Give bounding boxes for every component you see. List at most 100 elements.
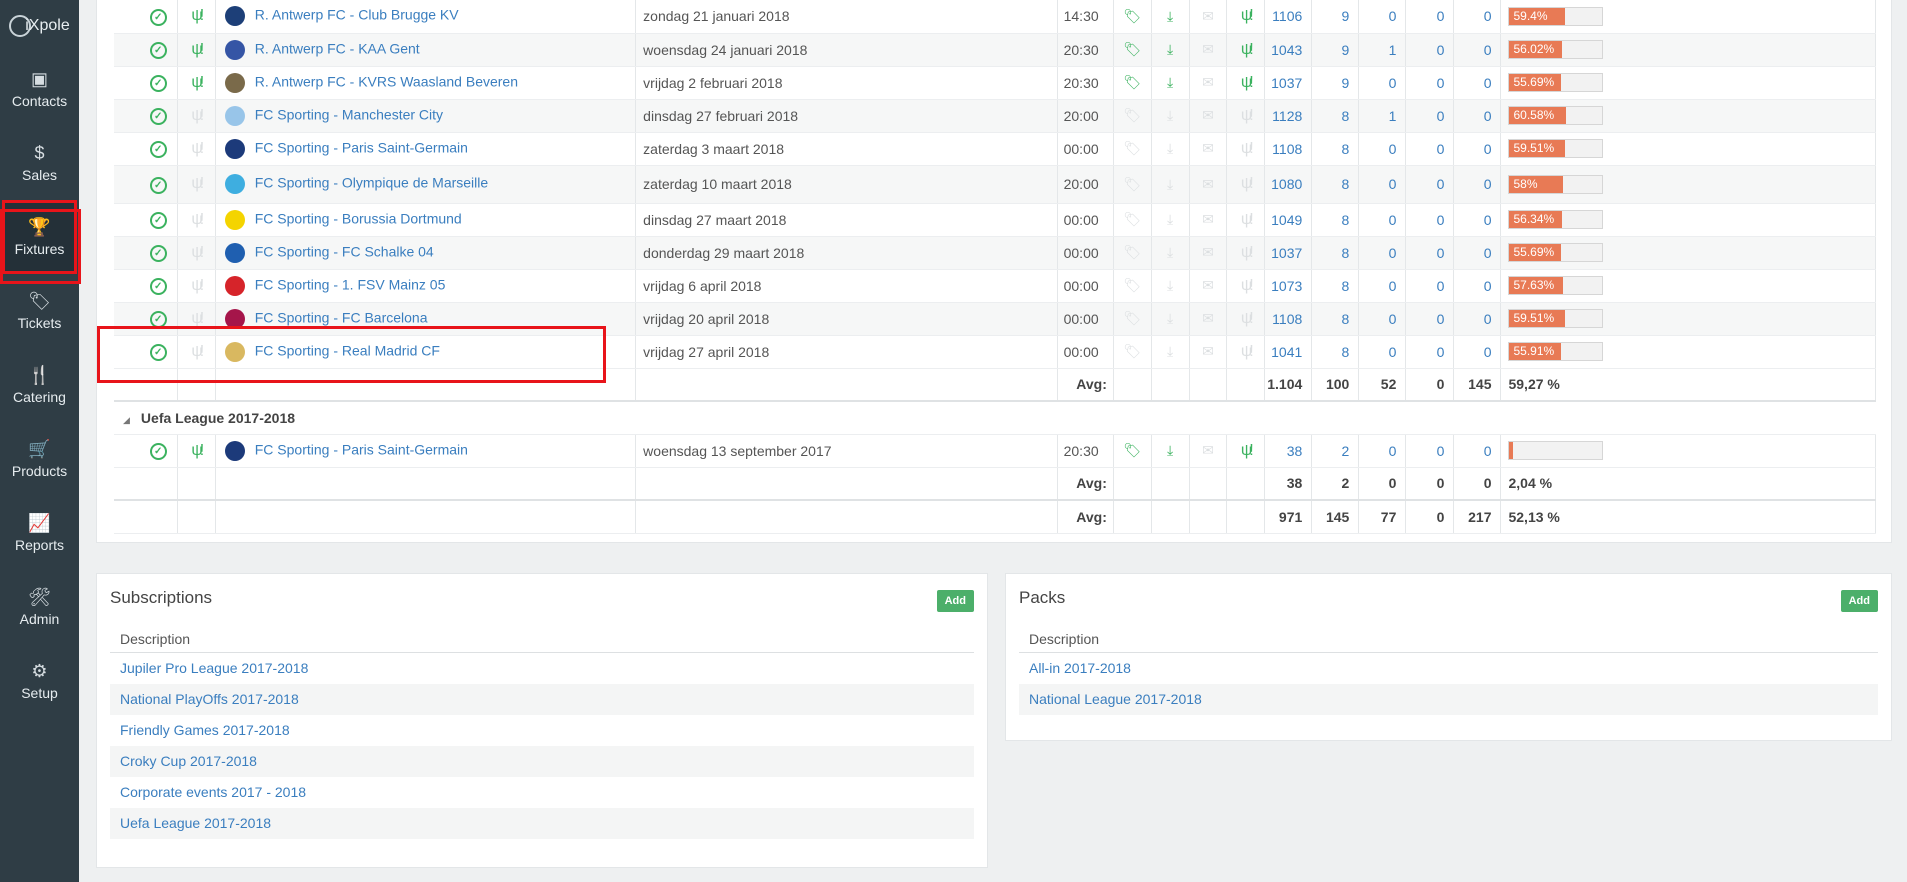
count-1[interactable]: 1043 (1264, 33, 1313, 67)
count-2[interactable]: 8 (1311, 203, 1360, 237)
catering-icon[interactable]: ψ! (191, 310, 204, 327)
count-5[interactable]: 0 (1453, 335, 1502, 369)
count-4[interactable]: 0 (1405, 66, 1455, 100)
catering-order-icon[interactable]: ψ! (1241, 107, 1254, 124)
count-5[interactable]: 0 (1453, 165, 1502, 204)
fixture-link[interactable]: FC Sporting - Paris Saint-Germain (255, 441, 468, 457)
catering-order-icon[interactable]: ψ! (1241, 310, 1254, 327)
mail-icon[interactable]: ✉ (1189, 165, 1228, 204)
count-2[interactable]: 8 (1311, 335, 1360, 369)
sidebar-item-admin[interactable]: 🛠 Admin (0, 570, 79, 644)
count-3[interactable]: 0 (1358, 236, 1407, 270)
fixture-link[interactable]: FC Sporting - FC Schalke 04 (255, 243, 434, 259)
packs-list-item[interactable]: National League 2017-2018 (1019, 684, 1878, 715)
check-circle-icon[interactable]: ✓ (149, 108, 167, 125)
count-4[interactable]: 0 (1405, 33, 1455, 67)
tag-icon[interactable]: 🏷 (1113, 132, 1152, 166)
count-4[interactable]: 0 (1405, 236, 1455, 270)
download-icon[interactable]: ⤓ (1151, 302, 1190, 336)
catering-icon[interactable]: ψ! (191, 74, 204, 91)
fixture-row[interactable]: ✓ ψ! FC Sporting - FC Barcelona vrijdag 20 … (114, 302, 1876, 336)
catering-icon[interactable]: ψ! (191, 343, 204, 360)
count-1[interactable]: 1108 (1264, 132, 1313, 166)
catering-order-icon[interactable]: ψ! (1241, 442, 1254, 459)
fixture-link[interactable]: R. Antwerp FC - KAA Gent (255, 40, 420, 56)
count-2[interactable]: 9 (1311, 0, 1360, 34)
catering-order-icon[interactable]: ψ! (1241, 140, 1254, 157)
catering-icon[interactable]: ψ! (191, 140, 204, 157)
fixture-link[interactable]: FC Sporting - 1. FSV Mainz 05 (255, 276, 446, 292)
count-3[interactable]: 0 (1358, 132, 1407, 166)
count-4[interactable]: 0 (1405, 335, 1455, 369)
tag-icon[interactable]: 🏷 (1113, 335, 1152, 369)
fixture-link[interactable]: FC Sporting - Real Madrid CF (255, 342, 440, 358)
count-2[interactable]: 9 (1311, 66, 1360, 100)
count-1[interactable]: 38 (1264, 434, 1313, 468)
sidebar-item-products[interactable]: 🛒 Products (0, 422, 79, 496)
mail-icon[interactable]: ✉ (1189, 99, 1228, 133)
count-2[interactable]: 9 (1311, 33, 1360, 67)
count-4[interactable]: 0 (1405, 302, 1455, 336)
catering-icon[interactable]: ψ! (191, 442, 204, 459)
count-5[interactable]: 0 (1453, 236, 1502, 270)
catering-order-icon[interactable]: ψ! (1241, 175, 1254, 192)
fixture-row[interactable]: ✓ ψ! FC Sporting - 1. FSV Mainz 05 vrijdag … (114, 269, 1876, 303)
sidebar-item-fixtures[interactable]: 🏆 Fixtures (2, 200, 77, 274)
count-3[interactable]: 0 (1358, 203, 1407, 237)
download-icon[interactable]: ⤓ (1151, 269, 1190, 303)
mail-icon[interactable]: ✉ (1189, 66, 1228, 100)
count-4[interactable]: 0 (1405, 269, 1455, 303)
catering-order-icon[interactable]: ψ! (1241, 74, 1254, 91)
check-circle-icon[interactable]: ✓ (149, 141, 167, 158)
tag-icon[interactable]: 🏷 (1113, 269, 1152, 303)
download-icon[interactable]: ⤓ (1151, 33, 1190, 67)
fixture-link[interactable]: FC Sporting - FC Barcelona (255, 309, 428, 325)
download-icon[interactable]: ⤓ (1151, 434, 1190, 468)
catering-icon[interactable]: ψ! (191, 107, 204, 124)
collapse-caret-icon[interactable]: ◢ (123, 415, 130, 425)
catering-icon[interactable]: ψ! (191, 175, 204, 192)
count-1[interactable]: 1037 (1264, 66, 1313, 100)
subscriptions-list-item[interactable]: National PlayOffs 2017-2018 (110, 684, 974, 715)
count-5[interactable]: 0 (1453, 434, 1502, 468)
check-circle-icon[interactable]: ✓ (149, 245, 167, 262)
count-2[interactable]: 8 (1311, 302, 1360, 336)
catering-order-icon[interactable]: ψ! (1241, 211, 1254, 228)
check-circle-icon[interactable]: ✓ (149, 176, 167, 194)
fixture-link[interactable]: FC Sporting - Olympique de Marseille (255, 175, 488, 191)
mail-icon[interactable]: ✉ (1189, 434, 1228, 468)
app-logo[interactable]: iXpole (0, 0, 79, 52)
download-icon[interactable]: ⤓ (1151, 335, 1190, 369)
count-5[interactable]: 0 (1453, 0, 1502, 34)
download-icon[interactable]: ⤓ (1151, 66, 1190, 100)
mail-icon[interactable]: ✉ (1189, 33, 1228, 67)
tag-icon[interactable]: 🏷 (1113, 99, 1152, 133)
check-circle-icon[interactable]: ✓ (149, 42, 167, 59)
download-icon[interactable]: ⤓ (1151, 0, 1190, 34)
count-4[interactable]: 0 (1405, 132, 1455, 166)
count-1[interactable]: 1080 (1264, 165, 1313, 204)
group-header-row[interactable]: ◢ Uefa League 2017-2018 (114, 401, 1876, 435)
tag-icon[interactable]: 🏷 (1113, 66, 1152, 100)
count-3[interactable]: 0 (1358, 335, 1407, 369)
subscriptions-list-item[interactable]: Croky Cup 2017-2018 (110, 746, 974, 777)
count-3[interactable]: 1 (1358, 99, 1407, 133)
subscriptions-list-item[interactable]: Uefa League 2017-2018 (110, 808, 974, 839)
fixture-link[interactable]: FC Sporting - Manchester City (255, 106, 443, 122)
tag-icon[interactable]: 🏷 (1113, 33, 1152, 67)
packs-list-item[interactable]: All-in 2017-2018 (1019, 653, 1878, 684)
sidebar-item-tickets[interactable]: 🏷 Tickets (0, 274, 79, 348)
subscriptions-list-item[interactable]: Jupiler Pro League 2017-2018 (110, 653, 974, 684)
count-1[interactable]: 1108 (1264, 302, 1313, 336)
count-1[interactable]: 1073 (1264, 269, 1313, 303)
count-3[interactable]: 0 (1358, 0, 1407, 34)
count-2[interactable]: 2 (1311, 434, 1360, 468)
tag-icon[interactable]: 🏷 (1113, 236, 1152, 270)
fixture-link[interactable]: R. Antwerp FC - Club Brugge KV (255, 7, 459, 23)
catering-order-icon[interactable]: ψ! (1241, 41, 1254, 58)
fixture-row[interactable]: ✓ ψ! R. Antwerp FC - Club Brugge KV zondag … (114, 0, 1876, 34)
add-subscription-button[interactable]: Add (936, 590, 974, 612)
count-1[interactable]: 1041 (1264, 335, 1313, 369)
mail-icon[interactable]: ✉ (1189, 132, 1228, 166)
count-5[interactable]: 0 (1453, 302, 1502, 336)
